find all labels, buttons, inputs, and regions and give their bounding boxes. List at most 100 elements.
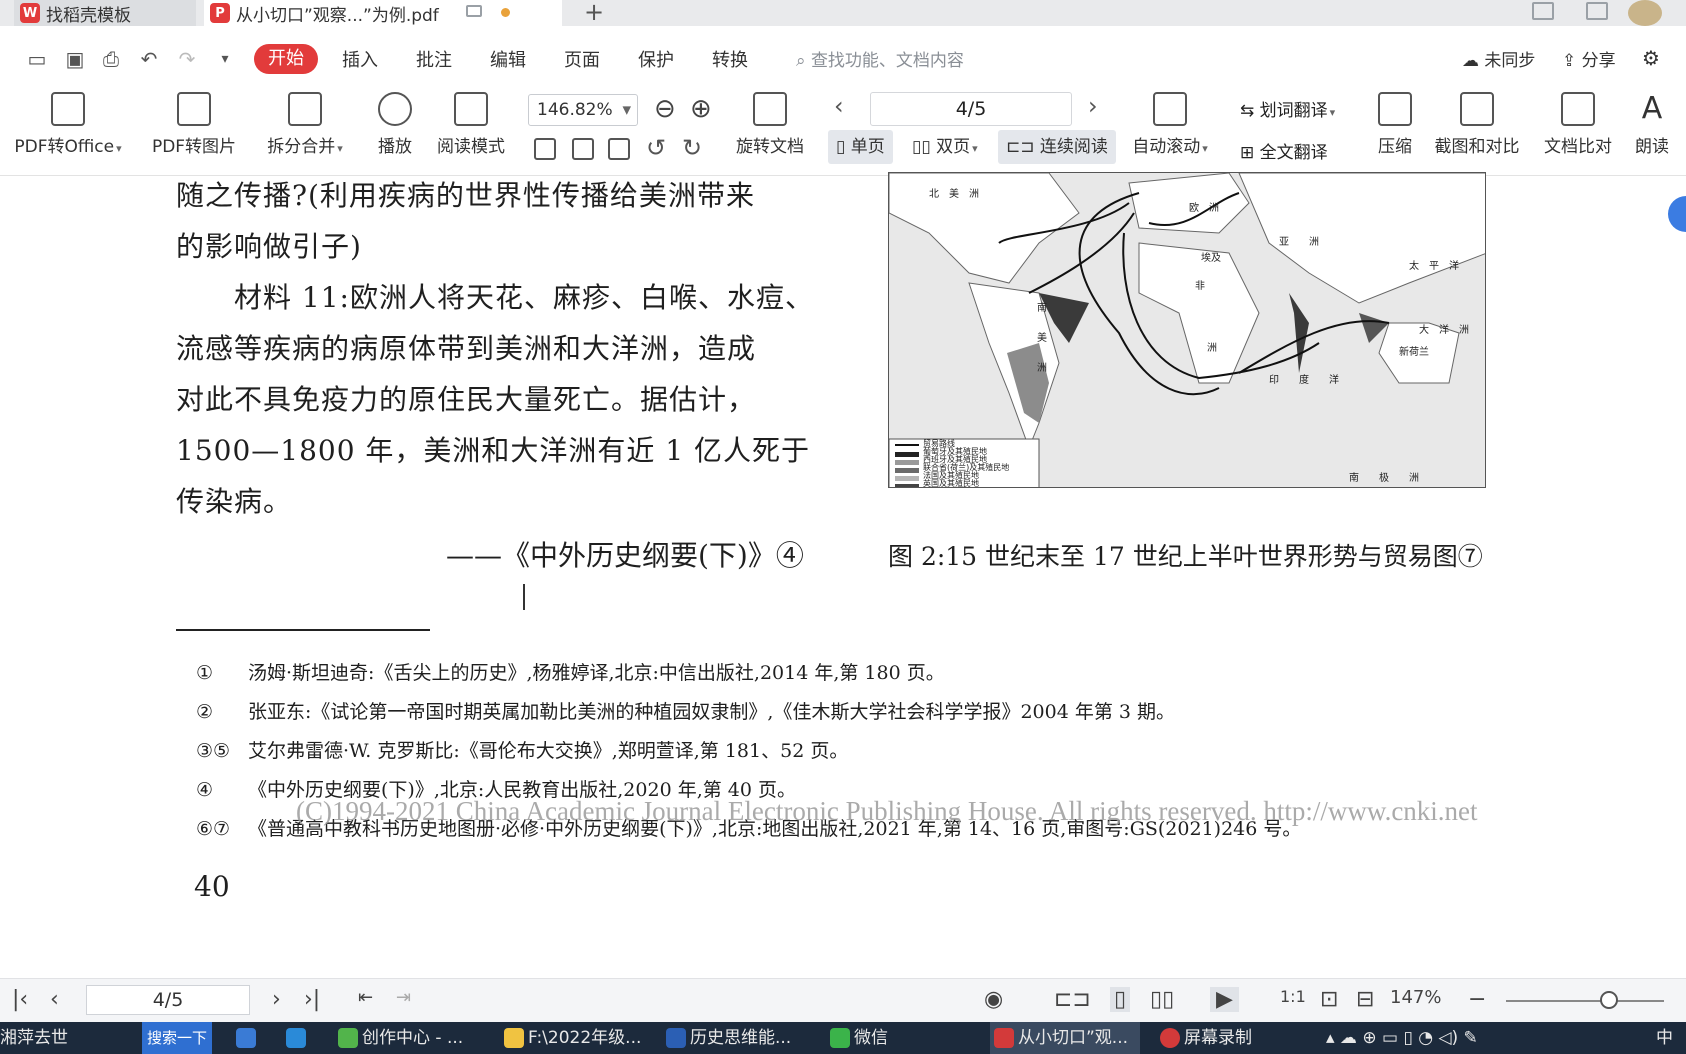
single-page-button[interactable]: ▯ 单页 — [828, 130, 893, 164]
eye-protect-icon[interactable]: ◉ — [984, 987, 1003, 1012]
single-view-icon[interactable]: ▯ — [1110, 987, 1131, 1012]
taskbar-item-active[interactable]: 从小切口”观... — [990, 1022, 1140, 1054]
ime-indicator[interactable]: 中 — [1656, 1022, 1673, 1054]
play-button[interactable]: 播放 — [370, 92, 420, 157]
menu-start[interactable]: 开始 — [254, 44, 318, 74]
taskbar-item[interactable]: F:\2022年级... — [500, 1022, 641, 1054]
fit-width-icon[interactable] — [608, 138, 630, 160]
actual-size-icon[interactable] — [534, 138, 556, 160]
zoom-out-icon[interactable]: − — [1468, 987, 1486, 1012]
status-page-input[interactable]: 4/5 — [86, 985, 250, 1015]
tray-icons[interactable]: ▴ ☁ ⊕ ▭ ▯ ◔ ◁) ✎ — [1326, 1022, 1478, 1054]
desktop-icon[interactable] — [232, 1022, 260, 1054]
page-number: 40 — [194, 870, 230, 903]
auto-scroll-button[interactable]: 自动滚动 — [1124, 92, 1216, 157]
save-icon[interactable]: ▣ — [64, 48, 86, 70]
tab-current-pdf[interactable]: P 从小切口”观察...”为例.pdf — [204, 0, 562, 26]
next-page-icon[interactable]: › — [1088, 92, 1098, 120]
prev-page-icon[interactable]: ‹ — [50, 987, 59, 1012]
avatar[interactable] — [1628, 0, 1662, 26]
ribbon: PDF转Office PDF转图片 拆分合并 播放 阅读模式 146.82% ▾… — [0, 84, 1686, 176]
wechat-icon — [830, 1028, 850, 1048]
prev-page-icon[interactable]: ‹ — [834, 92, 844, 120]
open-folder-icon[interactable]: ▭ — [26, 48, 48, 70]
share-button[interactable]: ⇪ 分享 — [1562, 46, 1616, 71]
actual-size-icon[interactable]: 1:1 — [1280, 987, 1306, 1006]
read-aloud-icon: A — [1641, 91, 1663, 126]
taskbar-item[interactable]: 屏幕录制 — [1156, 1022, 1252, 1054]
legend-item: 英国及其殖民地 — [923, 479, 979, 488]
tab-label: 找稻壳模板 — [46, 5, 131, 26]
sync-button[interactable]: ☁ 未同步 — [1462, 46, 1535, 71]
chevron-down-icon[interactable]: ▾ — [214, 48, 236, 70]
app-icon — [338, 1028, 358, 1048]
redo-icon[interactable]: ↷ — [176, 48, 198, 70]
map-label-south-america: 南 — [1037, 303, 1047, 314]
screenshot-compare-button[interactable]: 截图和对比 — [1430, 92, 1524, 157]
pdf-to-office-button[interactable]: PDF转Office — [8, 92, 128, 157]
doc-compare-button[interactable]: 文档比对 — [1540, 92, 1616, 157]
double-view-icon[interactable]: ▯▯ — [1150, 987, 1174, 1012]
next-page-icon[interactable]: › — [272, 987, 281, 1012]
status-zoom-value[interactable]: 147% — [1390, 987, 1441, 1008]
compress-button[interactable]: 压缩 — [1372, 92, 1418, 157]
search-box[interactable]: ⌕ 查找功能、文档内容 — [796, 46, 964, 71]
pdf-to-image-button[interactable]: PDF转图片 — [146, 92, 242, 157]
rotate-doc-button[interactable]: 旋转文档 — [732, 92, 808, 157]
monitor-icon[interactable] — [466, 5, 482, 17]
undo-icon[interactable]: ↶ — [138, 48, 160, 70]
settings-icon[interactable]: ⚙ — [1642, 46, 1660, 70]
read-aloud-button[interactable]: A 朗读 — [1630, 91, 1674, 158]
word-translate-button[interactable]: ⇆ 划词翻译 — [1240, 96, 1335, 121]
last-page-icon[interactable]: ›| — [304, 987, 320, 1012]
taskbar-item[interactable]: 创作中心 - ... — [334, 1022, 463, 1054]
menu-page[interactable]: 页面 — [564, 46, 600, 72]
print-icon[interactable]: ⎙ — [100, 48, 122, 70]
taskbar-item[interactable]: 历史思维能... — [662, 1022, 791, 1054]
taskbar-left-text: 湘萍去世 — [0, 1028, 68, 1048]
zoom-slider[interactable] — [1506, 1000, 1664, 1002]
split-merge-button[interactable]: 拆分合并 — [262, 92, 348, 157]
tab-docer-templates[interactable]: W 找稻壳模板 — [14, 0, 196, 26]
add-tab-button[interactable]: + — [584, 0, 604, 26]
window-layout-icon[interactable] — [1532, 2, 1554, 20]
continuous-read-button[interactable]: ⊏⊐ 连续阅读 — [998, 130, 1116, 164]
zoom-in-icon[interactable]: ⊕ — [690, 94, 712, 124]
fit-width-icon[interactable]: ⊟ — [1356, 987, 1374, 1012]
menu-annotate[interactable]: 批注 — [416, 46, 452, 72]
continuous-view-icon[interactable]: ⊏⊐ — [1054, 987, 1091, 1012]
rotate-right-icon[interactable]: ↻ — [682, 134, 702, 162]
menu-insert[interactable]: 插入 — [342, 46, 378, 72]
zoom-select[interactable]: 146.82% ▾ — [528, 94, 638, 126]
first-page-icon[interactable]: |‹ — [12, 987, 28, 1012]
ie-icon[interactable] — [282, 1022, 310, 1054]
rotate-left-icon[interactable]: ↺ — [646, 134, 666, 162]
play-icon — [378, 92, 412, 126]
zoom-slider-knob[interactable] — [1600, 991, 1618, 1009]
side-panel-handle[interactable] — [1668, 196, 1686, 232]
fit-page-icon[interactable]: ⊡ — [1320, 987, 1338, 1012]
folder-icon — [504, 1028, 524, 1048]
zoom-out-icon[interactable]: ⊖ — [654, 94, 676, 124]
fit-page-icon[interactable] — [572, 138, 594, 160]
desktop-icon-glyph — [236, 1028, 256, 1048]
read-mode-button[interactable]: 阅读模式 — [432, 92, 510, 157]
grid-icon[interactable] — [1586, 2, 1608, 20]
page-input[interactable]: 4/5 — [870, 92, 1072, 126]
play-icon[interactable]: ▶ — [1210, 987, 1239, 1012]
body-line: 随之传播?(利用疾病的世界性传播给美洲带来 — [176, 179, 755, 212]
menu-protect[interactable]: 保护 — [638, 46, 674, 72]
taskbar-search[interactable]: 搜索一下 — [142, 1022, 212, 1054]
footnote-mark: ⑥⑦ — [196, 818, 231, 840]
continuous-icon: ⊏⊐ — [1006, 137, 1040, 157]
footnote-mark: ③⑤ — [196, 740, 231, 762]
body-line: 流感等疾病的病原体带到美洲和大洋洲，造成 — [176, 332, 757, 365]
double-page-button[interactable]: ▯▯ 双页 — [904, 130, 986, 164]
menu-edit[interactable]: 编辑 — [490, 46, 526, 72]
taskbar-item[interactable]: 微信 — [826, 1022, 888, 1054]
menu-convert[interactable]: 转换 — [712, 46, 748, 72]
back-icon[interactable]: ⇤ — [358, 987, 373, 1008]
full-translate-button[interactable]: ⊞ 全文翻译 — [1240, 138, 1328, 163]
body-line: 1500—1800 年，美洲和大洋洲有近 1 亿人死于 — [176, 434, 811, 467]
forward-icon[interactable]: ⇥ — [396, 987, 411, 1008]
